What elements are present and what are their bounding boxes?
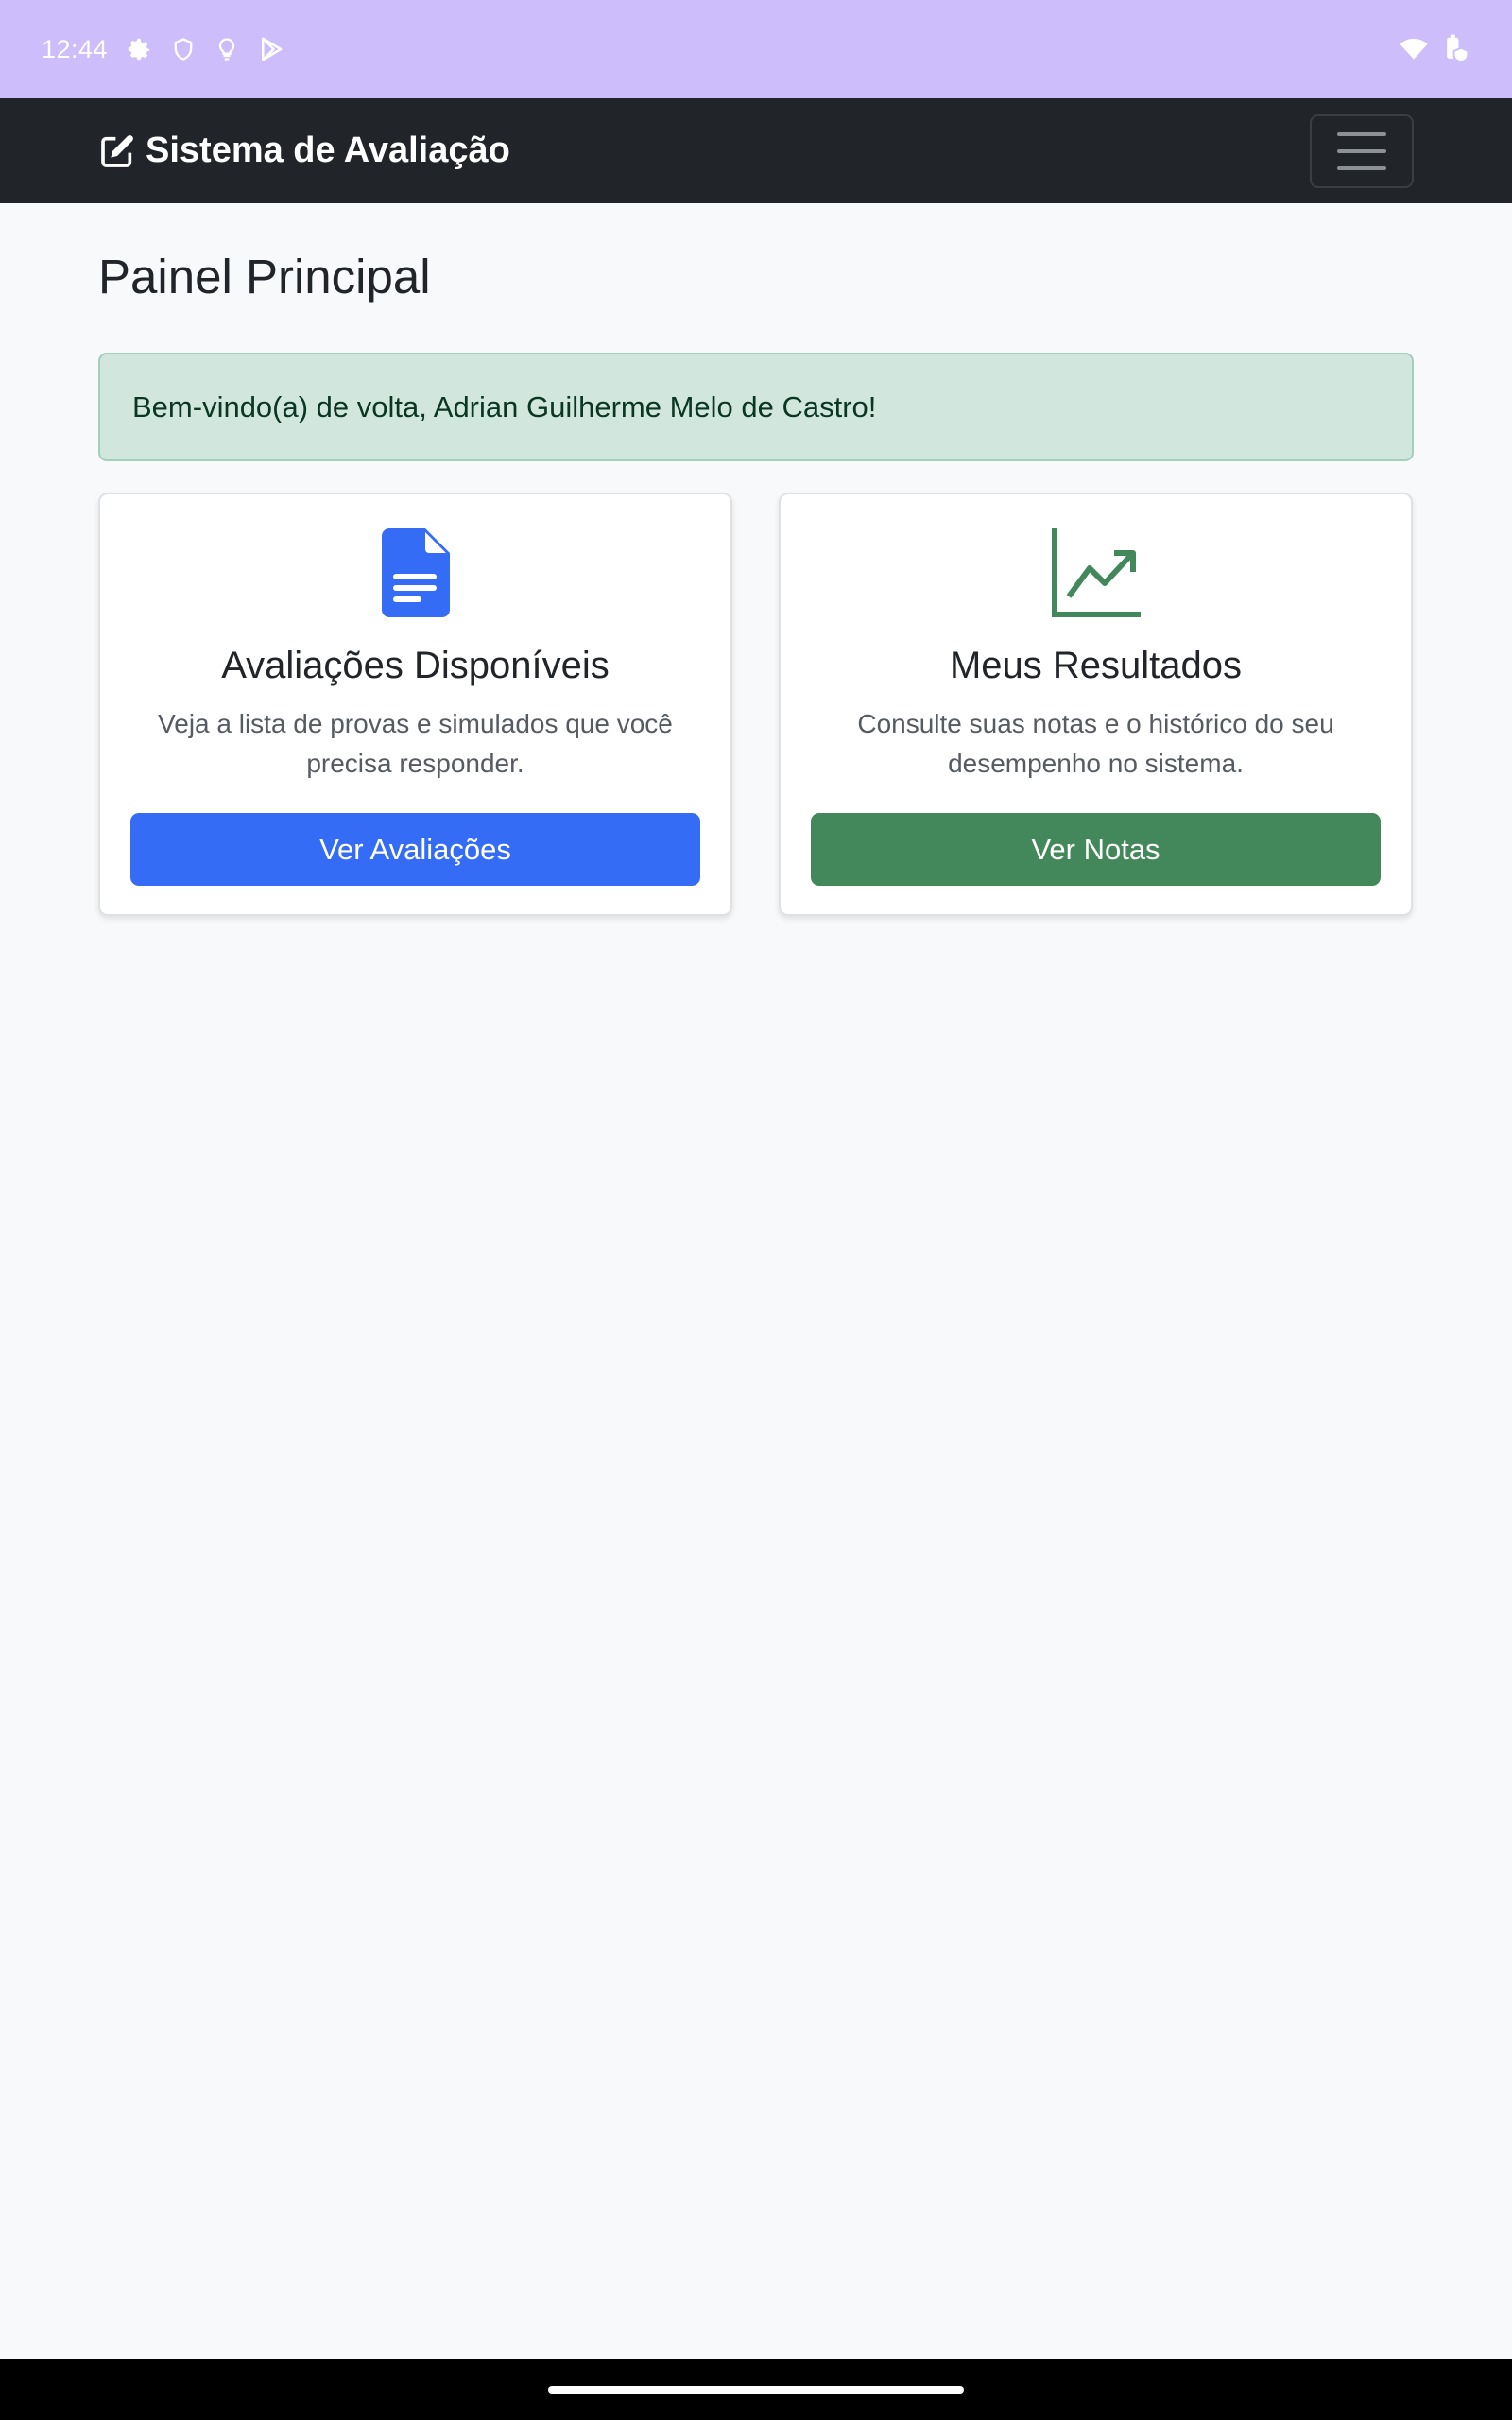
brand-text: Sistema de Avaliação: [146, 130, 510, 170]
status-bar: 12:44: [0, 0, 1512, 98]
ver-notas-button[interactable]: Ver Notas: [811, 813, 1381, 886]
play-store-icon: [257, 35, 285, 63]
page-title: Painel Principal: [98, 250, 431, 303]
card-title: Avaliações Disponíveis: [221, 645, 610, 686]
card-text: Consulte suas notas e o histórico do seu…: [857, 709, 1334, 778]
battery-icon: [1442, 34, 1470, 64]
menu-icon: [1337, 131, 1386, 136]
status-right: [1399, 34, 1470, 64]
welcome-alert: Bem-vindo(a) de volta, Adrian Guilherme …: [98, 353, 1414, 461]
document-icon: [100, 528, 730, 617]
welcome-alert-text: Bem-vindo(a) de volta, Adrian Guilherme …: [132, 389, 877, 424]
home-gesture-handle[interactable]: [548, 2386, 964, 2394]
chart-line-icon: [781, 528, 1411, 617]
menu-icon-bar: [1337, 148, 1386, 153]
shield-icon: [170, 35, 197, 63]
card-avaliacoes: Avaliações Disponíveis Veja a lista de p…: [98, 493, 732, 916]
card-title: Meus Resultados: [949, 645, 1243, 686]
gear-icon: [125, 35, 153, 63]
lightbulb-icon: [214, 35, 240, 63]
menu-icon-bar: [1337, 165, 1386, 170]
wifi-icon: [1399, 36, 1429, 62]
edit-icon: [98, 132, 136, 170]
card-text: Veja a lista de provas e simulados que v…: [158, 709, 673, 778]
menu-toggle-button[interactable]: [1310, 113, 1414, 188]
status-left: 12:44: [42, 35, 285, 64]
navbar-brand[interactable]: Sistema de Avaliação: [98, 130, 510, 171]
status-time: 12:44: [42, 34, 109, 63]
card-resultados: Meus Resultados Consulte suas notas e o …: [779, 493, 1413, 916]
navbar: Sistema de Avaliação: [0, 98, 1512, 203]
ver-avaliacoes-button[interactable]: Ver Avaliações: [130, 813, 700, 886]
